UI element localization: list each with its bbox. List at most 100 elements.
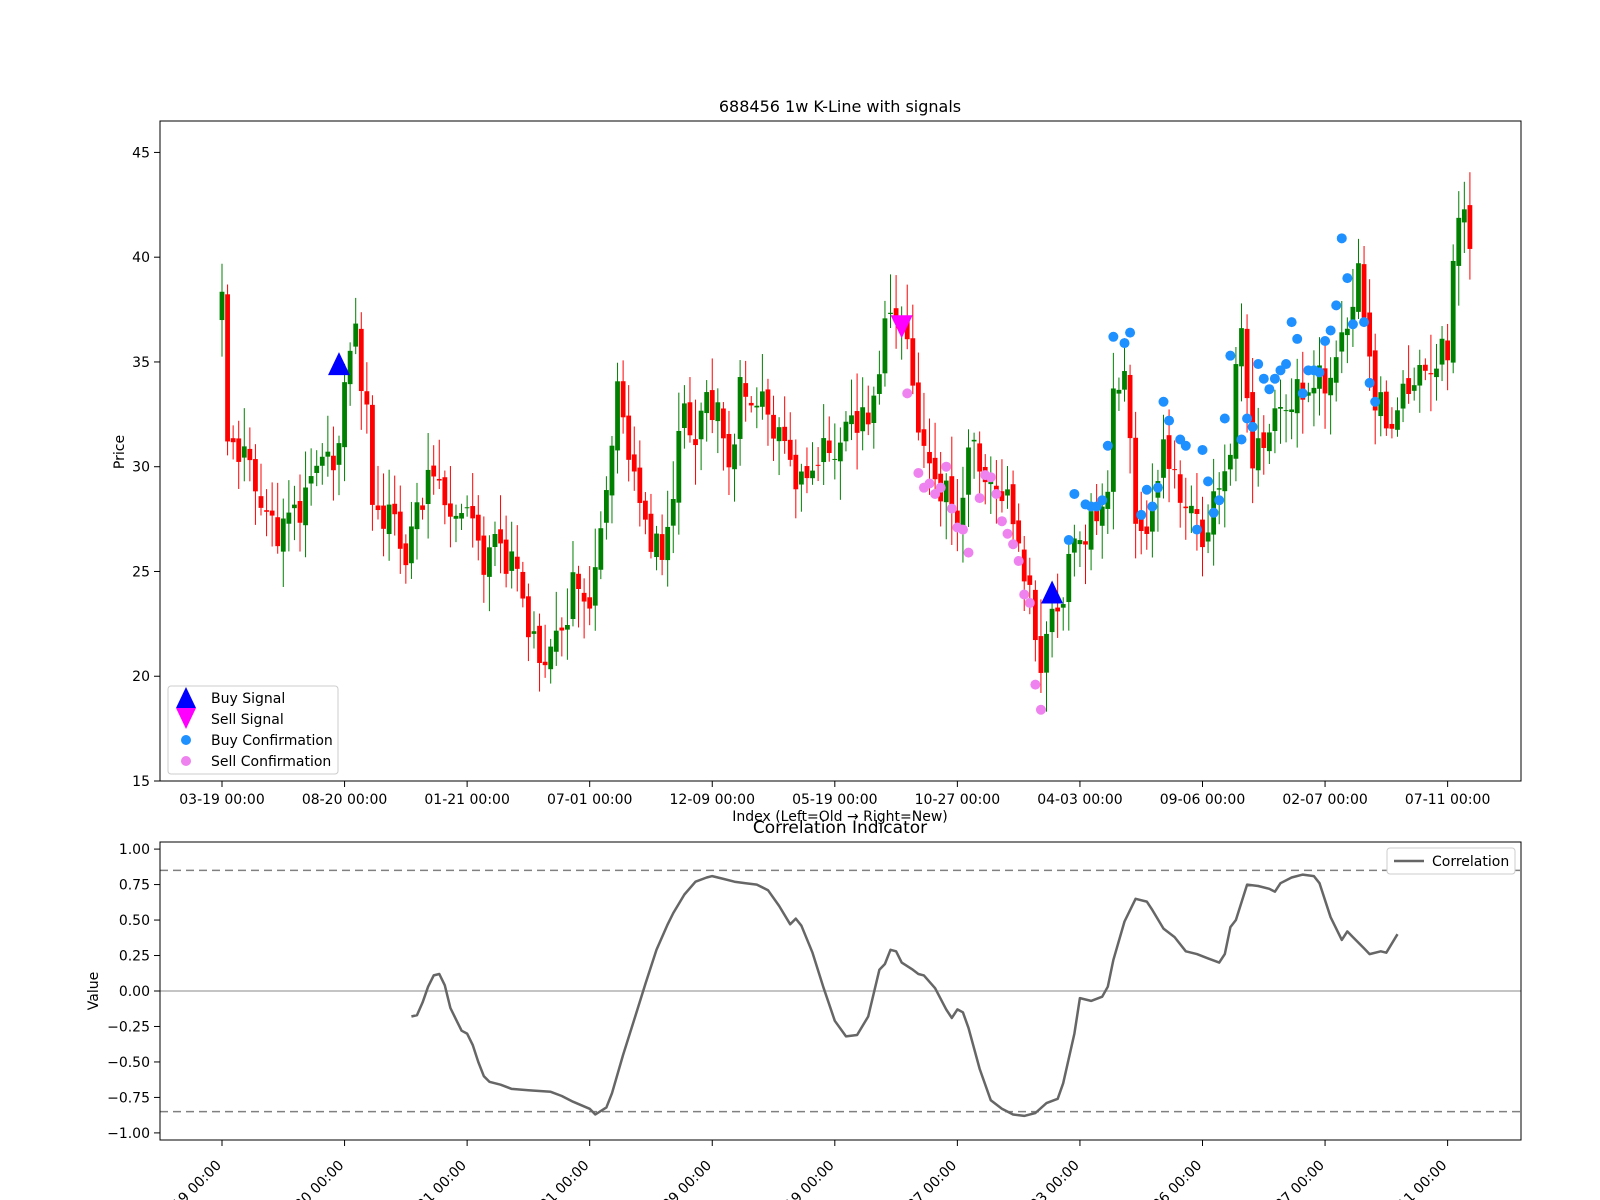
- candle-body: [592, 567, 598, 606]
- candle-body: [771, 414, 776, 439]
- candle-body: [537, 625, 542, 663]
- candle-body: [954, 510, 960, 524]
- candle-body: [977, 443, 983, 472]
- candle-body: [241, 446, 247, 458]
- buy-confirmation-point: [1347, 319, 1358, 330]
- candle-body: [1395, 410, 1400, 430]
- kline-x-tick-label: 10-27 00:00: [915, 792, 1000, 808]
- candle-body: [319, 456, 325, 466]
- sell-confirmation-point: [924, 478, 935, 489]
- buy-confirmation-point: [1191, 524, 1202, 535]
- candle-body: [1194, 509, 1200, 514]
- kline-y-axis-label: Price: [112, 435, 128, 469]
- candle-body: [1166, 435, 1172, 469]
- candle-body: [598, 528, 604, 570]
- candle-body: [1183, 506, 1189, 509]
- candle-body: [748, 402, 754, 406]
- candle-body: [826, 440, 832, 454]
- candle-body: [1411, 385, 1417, 391]
- correlation-y-tick-label: −0.75: [107, 1090, 150, 1106]
- candle-body: [1060, 604, 1066, 608]
- kline-x-tick-label: 02-07 00:00: [1282, 792, 1367, 808]
- figure-canvas: 688456 1w K-Line with signals 15 20 25 30 35…: [0, 0, 1600, 1200]
- candle-body: [849, 415, 854, 425]
- buy-confirmation-point: [1119, 338, 1130, 349]
- candle-body: [1044, 633, 1049, 673]
- candle-body: [882, 318, 888, 374]
- candle-body: [709, 390, 715, 421]
- candle-body: [1272, 408, 1278, 432]
- candle-body: [448, 503, 453, 517]
- buy-confirmation-point: [1158, 396, 1169, 407]
- candle-body: [509, 551, 515, 571]
- candle-body: [1383, 391, 1389, 429]
- legend-buy-confirmation-marker: [181, 735, 191, 745]
- buy-confirmation-point: [1219, 413, 1230, 424]
- kline-x-tick-label: 01-21 00:00: [424, 792, 509, 808]
- candle-body: [1016, 520, 1022, 544]
- kline-x-tick-label: 07-01 00:00: [547, 792, 632, 808]
- buy-confirmation-point: [1286, 317, 1297, 328]
- candle-body: [921, 429, 927, 446]
- buy-confirmation-point: [1180, 440, 1191, 451]
- candle-body: [381, 505, 386, 529]
- candle-body: [1233, 364, 1239, 459]
- legend-correlation-label: Correlation: [1432, 854, 1509, 870]
- candle-body: [392, 503, 398, 515]
- candle-body: [843, 421, 849, 442]
- kline-title: 688456 1w K-Line with signals: [719, 97, 961, 116]
- candle-body: [637, 467, 643, 503]
- candle-body: [765, 389, 771, 415]
- sell-confirmation-point: [1013, 556, 1024, 566]
- buy-confirmation-point: [1147, 501, 1158, 512]
- candle-body: [737, 377, 743, 439]
- sell-confirmation-point: [985, 472, 996, 483]
- candle-body: [888, 312, 893, 315]
- candle-body: [431, 465, 437, 477]
- candle-body: [331, 455, 336, 471]
- candle-body: [1339, 332, 1345, 352]
- candle-body: [720, 408, 726, 439]
- correlation-y-tick-label: 0.75: [119, 878, 150, 894]
- candle-body: [715, 402, 721, 422]
- candle-body: [1461, 209, 1467, 223]
- candle-body: [425, 469, 431, 505]
- candle-body: [1356, 263, 1361, 312]
- candle-body: [264, 510, 269, 512]
- candle-body: [576, 573, 581, 589]
- candle-body: [1177, 474, 1183, 503]
- candle-body: [776, 427, 782, 442]
- candle-body: [470, 506, 476, 519]
- candle-body: [966, 447, 971, 495]
- buy-confirmation-point: [1336, 233, 1347, 244]
- candle-body: [559, 627, 565, 631]
- buy-confirmation-point: [1108, 331, 1119, 342]
- sell-confirmation-point: [991, 488, 1002, 499]
- candle-body: [1038, 636, 1044, 673]
- candle-body: [565, 624, 570, 630]
- buy-confirmation-point: [1320, 336, 1331, 346]
- kline-x-tick-label: 05-19 00:00: [792, 792, 877, 808]
- candle-body: [648, 513, 654, 552]
- candle-body: [793, 454, 799, 490]
- candle-body: [726, 433, 732, 468]
- buy-confirmation-point: [1325, 325, 1336, 336]
- candle-body: [787, 439, 793, 460]
- candle-body: [642, 500, 648, 520]
- sell-confirmation-point: [957, 524, 968, 535]
- buy-confirmation-point: [1292, 333, 1303, 344]
- candle-body: [325, 451, 331, 457]
- sell-confirmation-point: [941, 461, 952, 472]
- sell-confirmation-point: [963, 547, 974, 558]
- candle-body: [375, 505, 381, 511]
- candle-body: [225, 294, 230, 442]
- candle-body: [514, 556, 520, 569]
- candle-body: [364, 391, 370, 405]
- candle-body: [810, 470, 815, 479]
- candle-body: [347, 350, 353, 385]
- candle-body: [631, 454, 637, 472]
- candle-body: [280, 518, 286, 552]
- buy-confirmation-point: [1152, 482, 1163, 493]
- candle-body: [1216, 488, 1222, 490]
- sell-confirmation-point: [1002, 528, 1013, 539]
